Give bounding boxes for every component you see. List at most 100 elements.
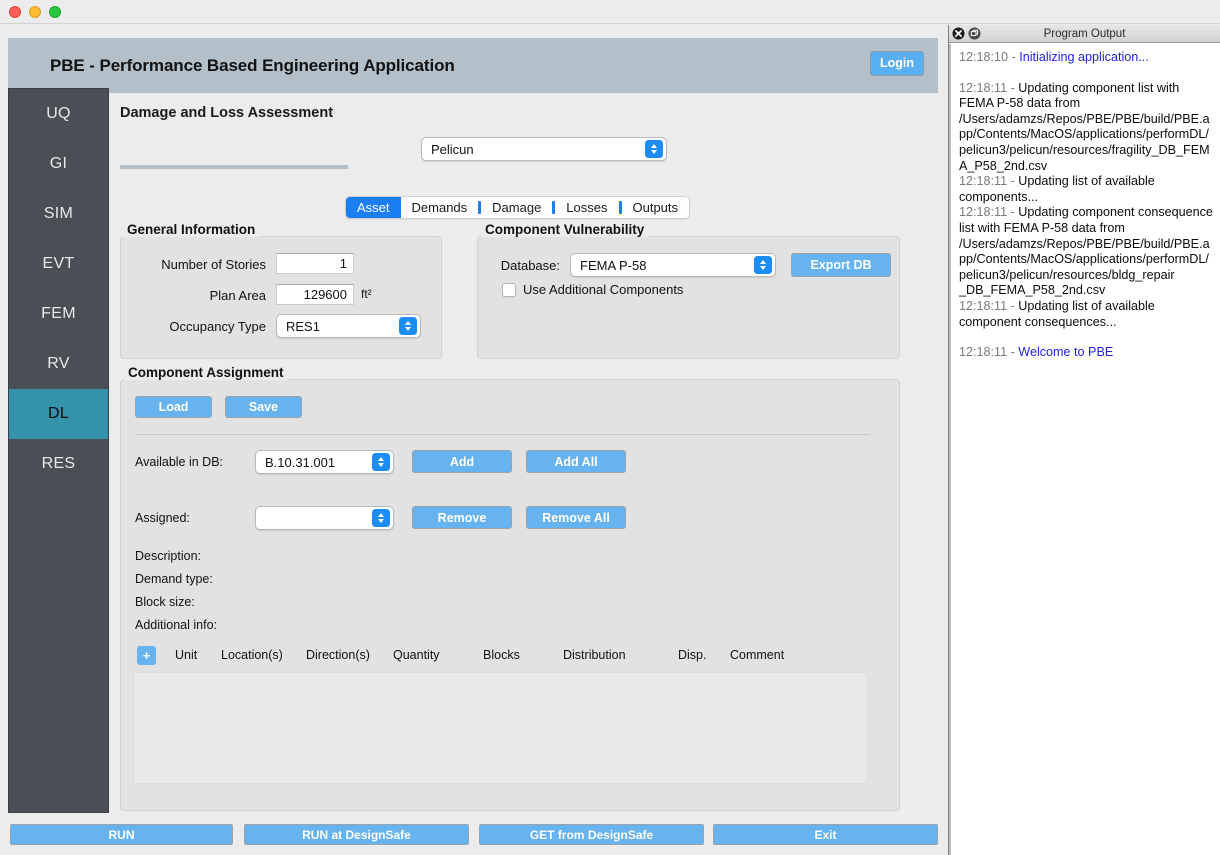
sidebar-item-rv[interactable]: RV	[9, 339, 108, 389]
run-at-designsafe-button[interactable]: RUN at DesignSafe	[244, 824, 469, 845]
section-title: Damage and Loss Assessment	[120, 105, 334, 121]
sidebar-item-uq[interactable]: UQ	[9, 89, 108, 139]
table-column-comment: Comment	[730, 648, 785, 662]
log-timestamp: 12:18:11	[959, 345, 1008, 360]
table-column-disp: Disp.	[678, 648, 707, 662]
checkbox-icon[interactable]	[502, 282, 516, 297]
application-window: PBE - Performance Based Engineering Appl…	[0, 0, 1220, 855]
number-of-stories-input[interactable]: 1	[276, 253, 354, 274]
add-all-button[interactable]: Add All	[526, 450, 626, 473]
tab-demands[interactable]: Demands	[401, 197, 479, 218]
program-output-log[interactable]: 12:18:10 - Initializing application... 1…	[949, 44, 1220, 855]
chevron-updown-icon	[754, 256, 772, 274]
log-message: Initializing application...	[1019, 50, 1149, 64]
plan-area-label: Plan Area	[209, 288, 266, 303]
chevron-updown-icon	[372, 509, 390, 527]
maximize-window-icon[interactable]	[49, 6, 61, 18]
table-column-unit: Unit	[175, 648, 198, 662]
plan-area-input[interactable]: 129600	[276, 284, 354, 305]
log-line: 12:18:11 - Updating component consequenc…	[959, 205, 1213, 298]
component-vulnerability-title: Component Vulnerability	[481, 222, 649, 237]
section-title-underline	[120, 165, 348, 169]
window-titlebar	[0, 0, 1220, 24]
app-header-band: PBE - Performance Based Engineering Appl…	[8, 38, 938, 93]
sidebar-item-sim[interactable]: SIM	[9, 189, 108, 239]
remove-button[interactable]: Remove	[412, 506, 512, 529]
sidebar-item-res[interactable]: RES	[9, 439, 108, 489]
log-timestamp: 12:18:11	[959, 298, 1008, 313]
chevron-updown-icon	[399, 317, 417, 335]
divider	[135, 434, 870, 435]
tab-bar: Asset Demands Damage Losses Outputs	[345, 196, 691, 219]
get-from-designsafe-button[interactable]: GET from DesignSafe	[479, 824, 704, 845]
exit-button[interactable]: Exit	[713, 824, 938, 845]
sidebar-item-gi[interactable]: GI	[9, 139, 108, 189]
run-button[interactable]: RUN	[10, 824, 233, 845]
use-additional-components-label: Use Additional Components	[523, 282, 684, 297]
main-application-area: PBE - Performance Based Engineering Appl…	[0, 25, 947, 855]
add-button[interactable]: Add	[412, 450, 512, 473]
tab-losses[interactable]: Losses	[555, 197, 618, 218]
sidebar-item-fem[interactable]: FEM	[9, 289, 108, 339]
tab-outputs[interactable]: Outputs	[622, 197, 690, 218]
table-column-distribution: Distribution	[563, 648, 626, 662]
add-row-button[interactable]: +	[137, 646, 156, 665]
minimize-window-icon[interactable]	[29, 6, 41, 18]
log-timestamp: 12:18:10	[959, 50, 1009, 64]
tab-damage[interactable]: Damage	[481, 197, 552, 218]
engine-select[interactable]: Pelicun	[421, 137, 667, 161]
load-button[interactable]: Load	[135, 396, 212, 418]
chevron-updown-icon	[645, 140, 663, 158]
remove-all-button[interactable]: Remove All	[526, 506, 626, 529]
component-table-body[interactable]	[133, 672, 868, 784]
chevron-updown-icon	[372, 453, 390, 471]
available-in-db-label: Available in DB:	[135, 455, 224, 469]
log-line: 12:18:11 - Updating list of available co…	[959, 298, 1155, 329]
database-label: Database:	[500, 258, 560, 273]
restore-window-icon[interactable]	[968, 27, 981, 40]
close-window-icon[interactable]	[9, 6, 21, 18]
table-column-quantity: Quantity	[393, 648, 440, 662]
occupancy-type-value: RES1	[286, 318, 320, 334]
database-select[interactable]: FEMA P-58	[570, 253, 776, 277]
save-button[interactable]: Save	[225, 396, 302, 418]
table-column-locations: Location(s)	[221, 648, 283, 662]
log-line: 12:18:11 - Welcome to PBE	[959, 345, 1114, 360]
bottom-action-bar: RUN RUN at DesignSafe GET from DesignSaf…	[0, 824, 947, 855]
use-additional-components-row[interactable]: Use Additional Components	[502, 282, 683, 297]
log-line: 12:18:11 - Updating list of available co…	[959, 174, 1155, 204]
demand-type-label: Demand type:	[135, 572, 213, 586]
description-label: Description:	[135, 549, 201, 563]
log-spacer	[959, 66, 1213, 81]
available-in-db-value: B.10.31.001	[265, 454, 336, 470]
log-line: 12:18:10 - Initializing application...	[959, 50, 1149, 64]
assigned-label: Assigned:	[135, 511, 190, 525]
component-assignment-title: Component Assignment	[124, 365, 288, 380]
login-button[interactable]: Login	[869, 51, 924, 76]
tab-asset[interactable]: Asset	[346, 197, 401, 218]
database-select-value: FEMA P-58	[580, 257, 647, 273]
log-timestamp: 12:18:11	[959, 205, 1008, 220]
log-spacer	[959, 330, 1213, 345]
available-in-db-select[interactable]: B.10.31.001	[255, 450, 394, 474]
engine-select-wrapper: Pelicun	[421, 137, 667, 161]
block-size-label: Block size:	[135, 595, 195, 609]
sidebar-item-dl[interactable]: DL	[9, 389, 108, 439]
number-of-stories-label: Number of Stories	[161, 257, 266, 272]
assigned-select[interactable]	[255, 506, 394, 530]
close-icon[interactable]	[952, 27, 965, 40]
program-output-window-buttons	[952, 27, 981, 40]
log-timestamp: 12:18:11	[959, 80, 1008, 95]
occupancy-type-select[interactable]: RES1	[276, 314, 421, 338]
component-assignment-group: Load Save Available in DB: B.10.31.001 A…	[120, 379, 900, 811]
content-panel: Damage and Loss Assessment Pelicun Asset…	[110, 105, 938, 825]
program-output-title: Program Output	[1043, 27, 1126, 40]
component-vulnerability-group: Database: FEMA P-58 Export DB Use Additi…	[477, 236, 900, 359]
export-db-button[interactable]: Export DB	[791, 253, 891, 277]
occupancy-type-label: Occupancy Type	[169, 319, 266, 334]
program-output-panel: Program Output 12:18:10 - Initializing a…	[948, 25, 1220, 855]
sidebar-nav: UQ GI SIM EVT FEM RV DL RES	[8, 88, 109, 813]
program-output-header: Program Output	[949, 25, 1220, 43]
log-line: 12:18:11 - Updating component list with …	[959, 80, 1210, 173]
sidebar-item-evt[interactable]: EVT	[9, 239, 108, 289]
